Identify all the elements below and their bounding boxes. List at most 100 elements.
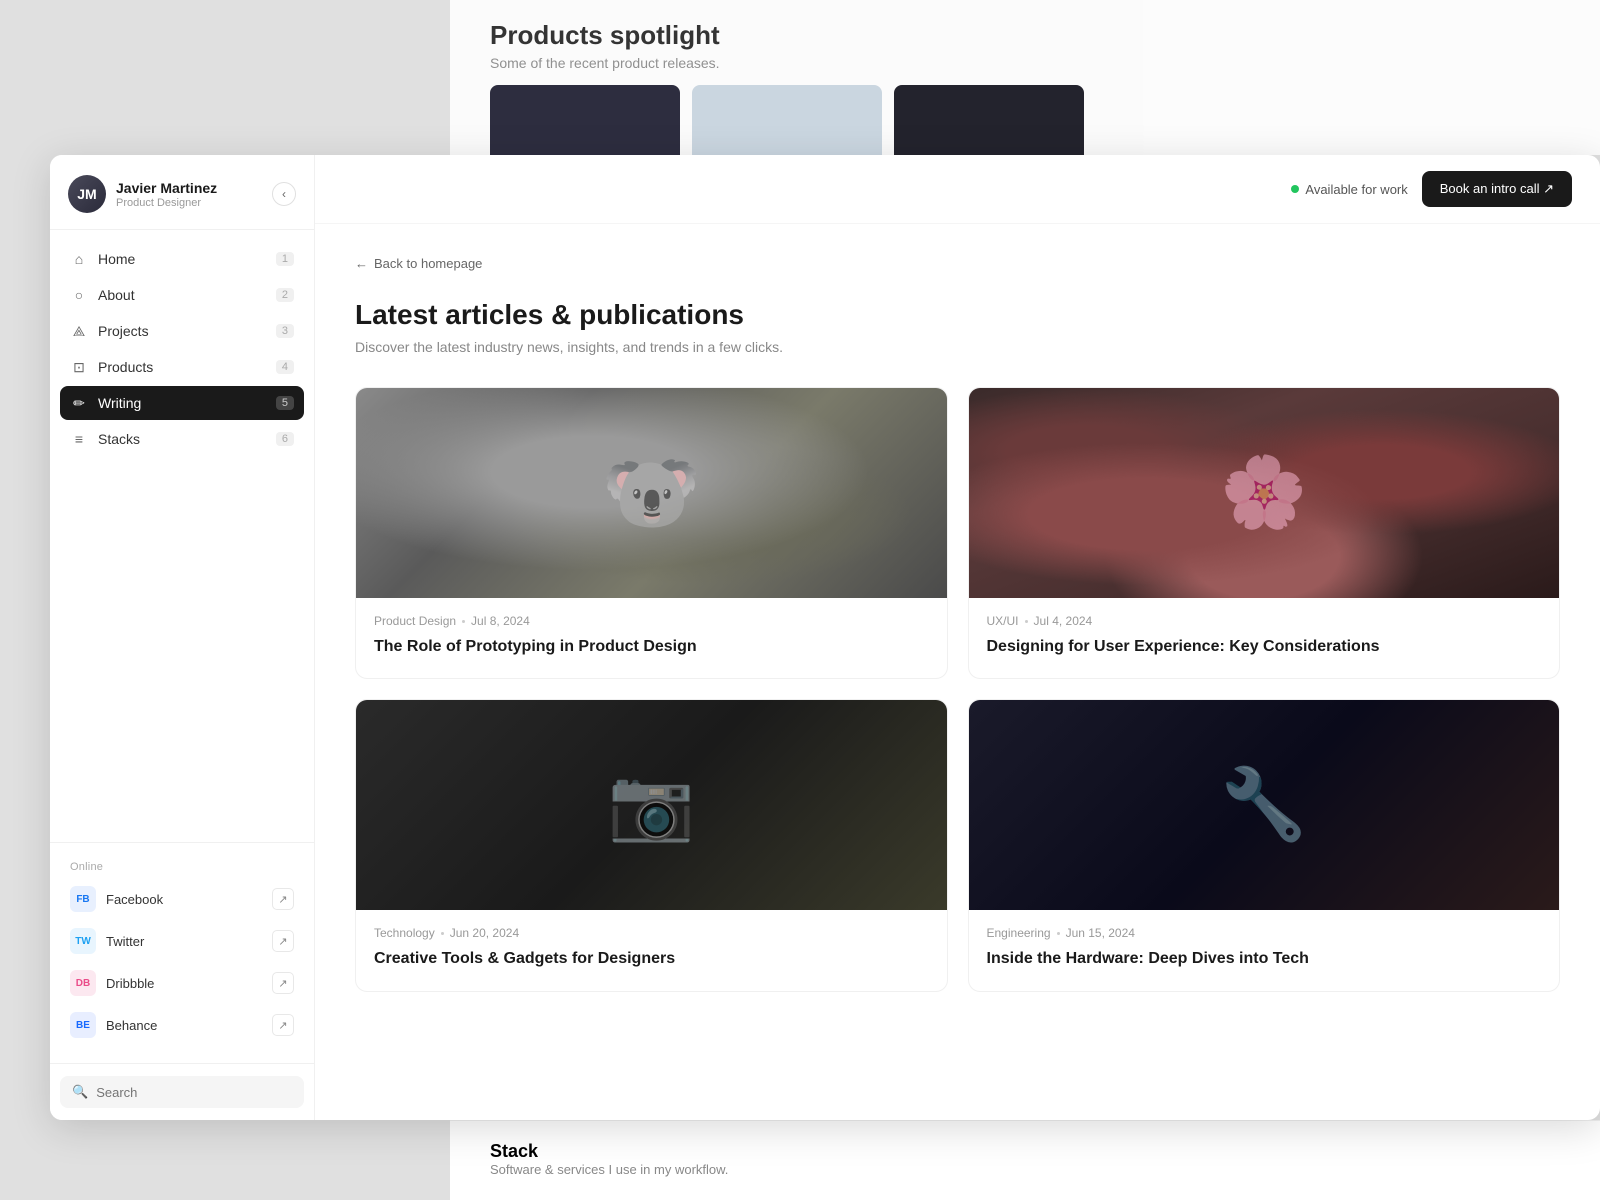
- article-title-3: Creative Tools & Gadgets for Designers: [374, 948, 929, 970]
- status-indicator: Available for work: [1291, 182, 1407, 197]
- search-box[interactable]: 🔍: [60, 1076, 304, 1108]
- online-label: Online: [60, 853, 304, 879]
- meta-dot-1: [462, 620, 465, 623]
- twitter-badge: TW: [70, 928, 96, 954]
- sidebar-item-num-writing: 5: [276, 396, 294, 410]
- sidebar-item-projects[interactable]: ⟁ Projects 3: [60, 314, 304, 348]
- article-meta-2: UX/UI Jul 4, 2024: [987, 614, 1542, 628]
- book-btn-label: Book an intro call ↗: [1440, 181, 1554, 197]
- behance-label: Behance: [106, 1018, 272, 1033]
- article-card-1[interactable]: Product Design Jul 8, 2024 The Role of P…: [355, 387, 948, 679]
- sidebar-item-label-products: Products: [98, 359, 276, 375]
- article-date-2: Jul 4, 2024: [1034, 614, 1093, 628]
- main-window: JM Javier Martinez Product Designer ‹ ⌂ …: [50, 155, 1600, 1120]
- bg-products-subtitle: Some of the recent product releases.: [490, 55, 1560, 71]
- collapse-sidebar-button[interactable]: ‹: [272, 182, 296, 206]
- sidebar-item-stacks[interactable]: ≡ Stacks 6: [60, 422, 304, 456]
- sidebar-item-label-projects: Projects: [98, 323, 276, 339]
- article-meta-1: Product Design Jul 8, 2024: [374, 614, 929, 628]
- sidebar-item-dribbble[interactable]: DB Dribbble ↗: [60, 963, 304, 1003]
- sidebar-item-num-home: 1: [276, 252, 294, 266]
- article-category-4: Engineering: [987, 926, 1051, 940]
- cart-icon: ⊡: [70, 358, 88, 376]
- sidebar-item-label-about: About: [98, 287, 276, 303]
- article-category-2: UX/UI: [987, 614, 1019, 628]
- article-card-4[interactable]: Engineering Jun 15, 2024 Inside the Hard…: [968, 699, 1561, 991]
- online-section: Online FB Facebook ↗ TW Twitter ↗ DB Dri…: [50, 842, 314, 1063]
- meta-dot-4: [1057, 932, 1060, 935]
- sidebar-item-twitter[interactable]: TW Twitter ↗: [60, 921, 304, 961]
- sidebar-item-label-stacks: Stacks: [98, 431, 276, 447]
- sidebar-item-behance[interactable]: BE Behance ↗: [60, 1005, 304, 1045]
- article-image-1: [356, 388, 947, 598]
- behance-badge: BE: [70, 1012, 96, 1038]
- bg-stack-subtitle: Software & services I use in my workflow…: [490, 1162, 1560, 1177]
- meta-dot-3: [441, 932, 444, 935]
- sidebar-item-label-writing: Writing: [98, 395, 276, 411]
- article-body-4: Engineering Jun 15, 2024 Inside the Hard…: [969, 910, 1560, 990]
- bg-product-img-2: [692, 85, 882, 165]
- search-section: 🔍: [50, 1063, 314, 1120]
- sidebar-item-products[interactable]: ⊡ Products 4: [60, 350, 304, 384]
- sidebar-header: JM Javier Martinez Product Designer ‹: [50, 155, 314, 230]
- bg-products-title: Products spotlight: [490, 20, 1560, 51]
- article-card-2[interactable]: UX/UI Jul 4, 2024 Designing for User Exp…: [968, 387, 1561, 679]
- facebook-label: Facebook: [106, 892, 272, 907]
- article-title-1: The Role of Prototyping in Product Desig…: [374, 636, 929, 658]
- article-image-3: [356, 700, 947, 910]
- meta-dot-2: [1025, 620, 1028, 623]
- user-role: Product Designer: [116, 197, 217, 209]
- avatar-image: JM: [68, 175, 106, 213]
- facebook-badge: FB: [70, 886, 96, 912]
- sidebar: JM Javier Martinez Product Designer ‹ ⌂ …: [50, 155, 315, 1120]
- back-label: Back to homepage: [374, 256, 482, 271]
- article-body-2: UX/UI Jul 4, 2024 Designing for User Exp…: [969, 598, 1560, 678]
- search-input[interactable]: [96, 1085, 292, 1100]
- article-meta-3: Technology Jun 20, 2024: [374, 926, 929, 940]
- user-name: Javier Martinez: [116, 180, 217, 196]
- search-icon: 🔍: [72, 1084, 88, 1100]
- sidebar-item-about[interactable]: ○ About 2: [60, 278, 304, 312]
- sidebar-item-num-products: 4: [276, 360, 294, 374]
- bg-stack-title: Stack: [490, 1141, 1560, 1162]
- nav-section: ⌂ Home 1 ○ About 2 ⟁ Projects 3 ⊡ Produc…: [50, 230, 314, 842]
- user-details: Javier Martinez Product Designer: [116, 180, 217, 209]
- briefcase-icon: ⟁: [70, 322, 88, 340]
- sidebar-item-num-about: 2: [276, 288, 294, 302]
- back-arrow: ←: [355, 256, 368, 271]
- article-image-2: [969, 388, 1560, 598]
- home-icon: ⌂: [70, 250, 88, 268]
- page-subtitle: Discover the latest industry news, insig…: [355, 339, 1560, 355]
- sidebar-item-facebook[interactable]: FB Facebook ↗: [60, 879, 304, 919]
- article-category-1: Product Design: [374, 614, 456, 628]
- dribbble-label: Dribbble: [106, 976, 272, 991]
- article-title-2: Designing for User Experience: Key Consi…: [987, 636, 1542, 658]
- articles-grid: Product Design Jul 8, 2024 The Role of P…: [355, 387, 1560, 992]
- twitter-link-icon: ↗: [272, 930, 294, 952]
- article-card-3[interactable]: Technology Jun 20, 2024 Creative Tools &…: [355, 699, 948, 991]
- content-area: ← Back to homepage Latest articles & pub…: [315, 224, 1600, 1120]
- behance-link-icon: ↗: [272, 1014, 294, 1036]
- twitter-label: Twitter: [106, 934, 272, 949]
- dribbble-badge: DB: [70, 970, 96, 996]
- article-image-4: [969, 700, 1560, 910]
- article-date-3: Jun 20, 2024: [450, 926, 519, 940]
- bg-products-card: Products spotlight Some of the recent pr…: [450, 0, 1600, 155]
- bg-product-img-1: [490, 85, 680, 165]
- article-date-1: Jul 8, 2024: [471, 614, 530, 628]
- sidebar-item-home[interactable]: ⌂ Home 1: [60, 242, 304, 276]
- bg-product-img-3: [894, 85, 1084, 165]
- book-intro-call-button[interactable]: Book an intro call ↗: [1422, 171, 1572, 207]
- article-date-4: Jun 15, 2024: [1066, 926, 1135, 940]
- back-to-homepage-link[interactable]: ← Back to homepage: [355, 256, 1560, 271]
- page-title: Latest articles & publications: [355, 299, 1560, 331]
- article-meta-4: Engineering Jun 15, 2024: [987, 926, 1542, 940]
- sidebar-item-num-projects: 3: [276, 324, 294, 338]
- bg-product-images: [490, 85, 1560, 165]
- user-icon: ○: [70, 286, 88, 304]
- status-dot: [1291, 185, 1299, 193]
- article-body-3: Technology Jun 20, 2024 Creative Tools &…: [356, 910, 947, 990]
- user-info: JM Javier Martinez Product Designer: [68, 175, 217, 213]
- article-category-3: Technology: [374, 926, 435, 940]
- sidebar-item-writing[interactable]: ✏ Writing 5: [60, 386, 304, 420]
